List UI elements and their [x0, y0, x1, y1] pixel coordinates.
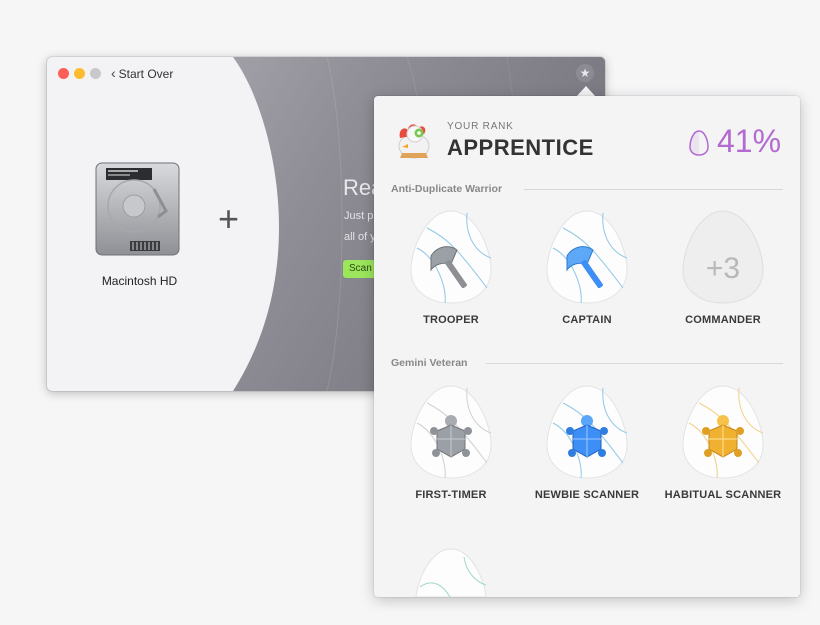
description-line-2: all of y — [344, 231, 376, 243]
badge-label: NEWBIE SCANNER — [534, 489, 640, 501]
badge-trooper[interactable]: TROOPER — [391, 208, 511, 326]
add-folder-button[interactable]: + — [218, 201, 239, 237]
disk-label: Macintosh HD — [101, 274, 178, 288]
section-divider — [524, 189, 783, 190]
badge-first-timer[interactable]: FIRST-TIMER — [391, 383, 511, 501]
start-over-label: Start Over — [118, 67, 174, 81]
turtle-icon — [546, 385, 628, 479]
badge-label: FIRST-TIMER — [415, 489, 487, 501]
badge-habitual-scanner[interactable]: HABITUAL SCANNER — [663, 383, 783, 501]
turtle-icon — [682, 385, 764, 479]
hard-disk-icon[interactable] — [94, 161, 181, 259]
turtle-icon — [410, 385, 492, 479]
locked-count: +3 — [706, 252, 740, 285]
badge-label: HABITUAL SCANNER — [664, 489, 782, 501]
badge-label: COMMANDER — [685, 314, 761, 326]
progress-egg-icon — [689, 130, 709, 156]
close-button[interactable] — [58, 68, 69, 79]
description-line-1: Just p — [344, 210, 374, 222]
zoom-button[interactable] — [90, 68, 101, 79]
minimize-button[interactable] — [74, 68, 85, 79]
section-title-anti-duplicate: Anti-Duplicate Warrior — [391, 183, 503, 195]
rank-progress: 41% — [717, 123, 782, 159]
next-badge-partial-icon — [415, 548, 487, 597]
rank-name: APPRENTICE — [447, 135, 594, 160]
badge-label: TROOPER — [423, 314, 479, 326]
start-over-button[interactable]: ‹ Start Over — [111, 65, 173, 81]
badge-newbie-scanner[interactable]: NEWBIE SCANNER — [527, 383, 647, 501]
chevron-left-icon: ‹ — [111, 65, 116, 81]
section-divider — [486, 363, 783, 364]
achievements-star-button[interactable]: ★ — [576, 64, 594, 82]
your-rank-caption: YOUR RANK — [447, 121, 514, 132]
axe-icon — [546, 210, 628, 304]
locked-egg-icon: +3 — [682, 210, 764, 304]
chicken-avatar-icon — [398, 124, 430, 159]
axe-icon — [410, 210, 492, 304]
badge-commander[interactable]: +3 COMMANDER — [663, 208, 783, 326]
badge-captain[interactable]: CAPTAIN — [527, 208, 647, 326]
section-title-gemini-veteran: Gemini Veteran — [391, 357, 468, 369]
rank-popover: YOUR RANK APPRENTICE 41% Anti-Duplicate … — [374, 96, 800, 597]
badge-label: CAPTAIN — [562, 314, 612, 326]
